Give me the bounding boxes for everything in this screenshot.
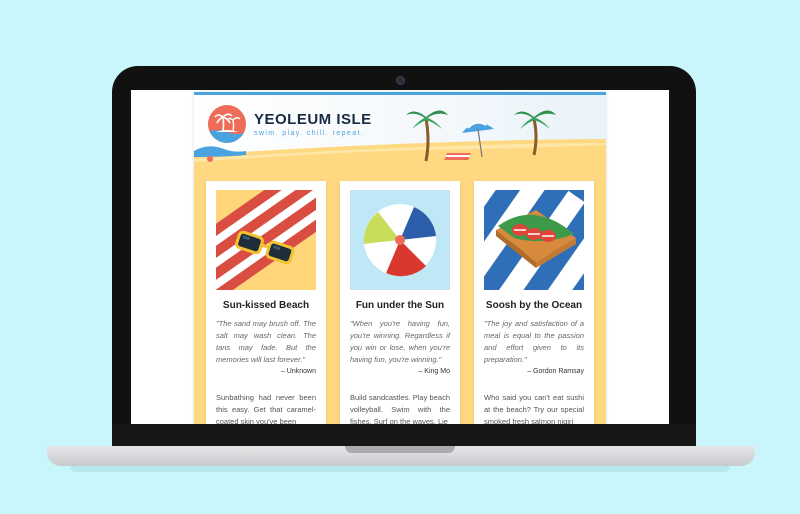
sushi-platter-icon	[484, 190, 584, 290]
card-soosh-by-the-ocean[interactable]: Soosh by the Ocean "The joy and satisfac…	[474, 181, 594, 424]
brand-tagline: swim. play. chill. repeat.	[254, 130, 365, 137]
card-title: Fun under the Sun	[355, 300, 445, 311]
webcam-icon	[396, 76, 405, 85]
beach-ball-icon	[350, 190, 450, 290]
card-quote: "The sand may brush off. The salt may wa…	[216, 319, 316, 364]
brand-logo[interactable]: YEOLEUM ISLE swim. play. chill. repeat.	[208, 105, 408, 147]
card-quote-author: – King Mo	[418, 368, 450, 375]
island-logo-icon	[208, 105, 246, 143]
sunglasses-on-towel-icon	[216, 190, 316, 290]
card-quote: "The joy and satisfaction of a meal is e…	[484, 319, 584, 364]
card-quote-author: – Gordon Ramsay	[527, 368, 584, 375]
card-fun-under-the-sun[interactable]: Fun under the Sun "When you're having fu…	[340, 181, 460, 424]
laptop-base-notch	[345, 446, 455, 453]
card-body-text: Sunbathing had never been this easy. Get…	[216, 393, 316, 424]
card-quote-author: – Unknown	[280, 368, 316, 375]
card-quote: "When you're having fun, you're winning.…	[350, 319, 450, 364]
laptop-shadow	[70, 466, 730, 472]
email-page[interactable]: YEOLEUM ISLE swim. play. chill. repeat.	[194, 92, 606, 424]
card-title: Sun-kissed Beach	[222, 300, 310, 311]
brand-name: YEOLEUM ISLE	[254, 111, 372, 128]
laptop-hinge	[112, 424, 696, 446]
card-body-text: Who said you can't eat sushi at the beac…	[484, 393, 584, 424]
laptop-screen: YEOLEUM ISLE swim. play. chill. repeat.	[131, 90, 669, 424]
card-sun-kissed-beach[interactable]: Sun-kissed Beach "The sand may brush off…	[206, 181, 326, 424]
header-banner: YEOLEUM ISLE swim. play. chill. repeat.	[194, 95, 606, 181]
card-title: Soosh by the Ocean	[485, 300, 583, 311]
card-body-text: Build sandcastles. Play beach volleyball…	[350, 393, 450, 424]
